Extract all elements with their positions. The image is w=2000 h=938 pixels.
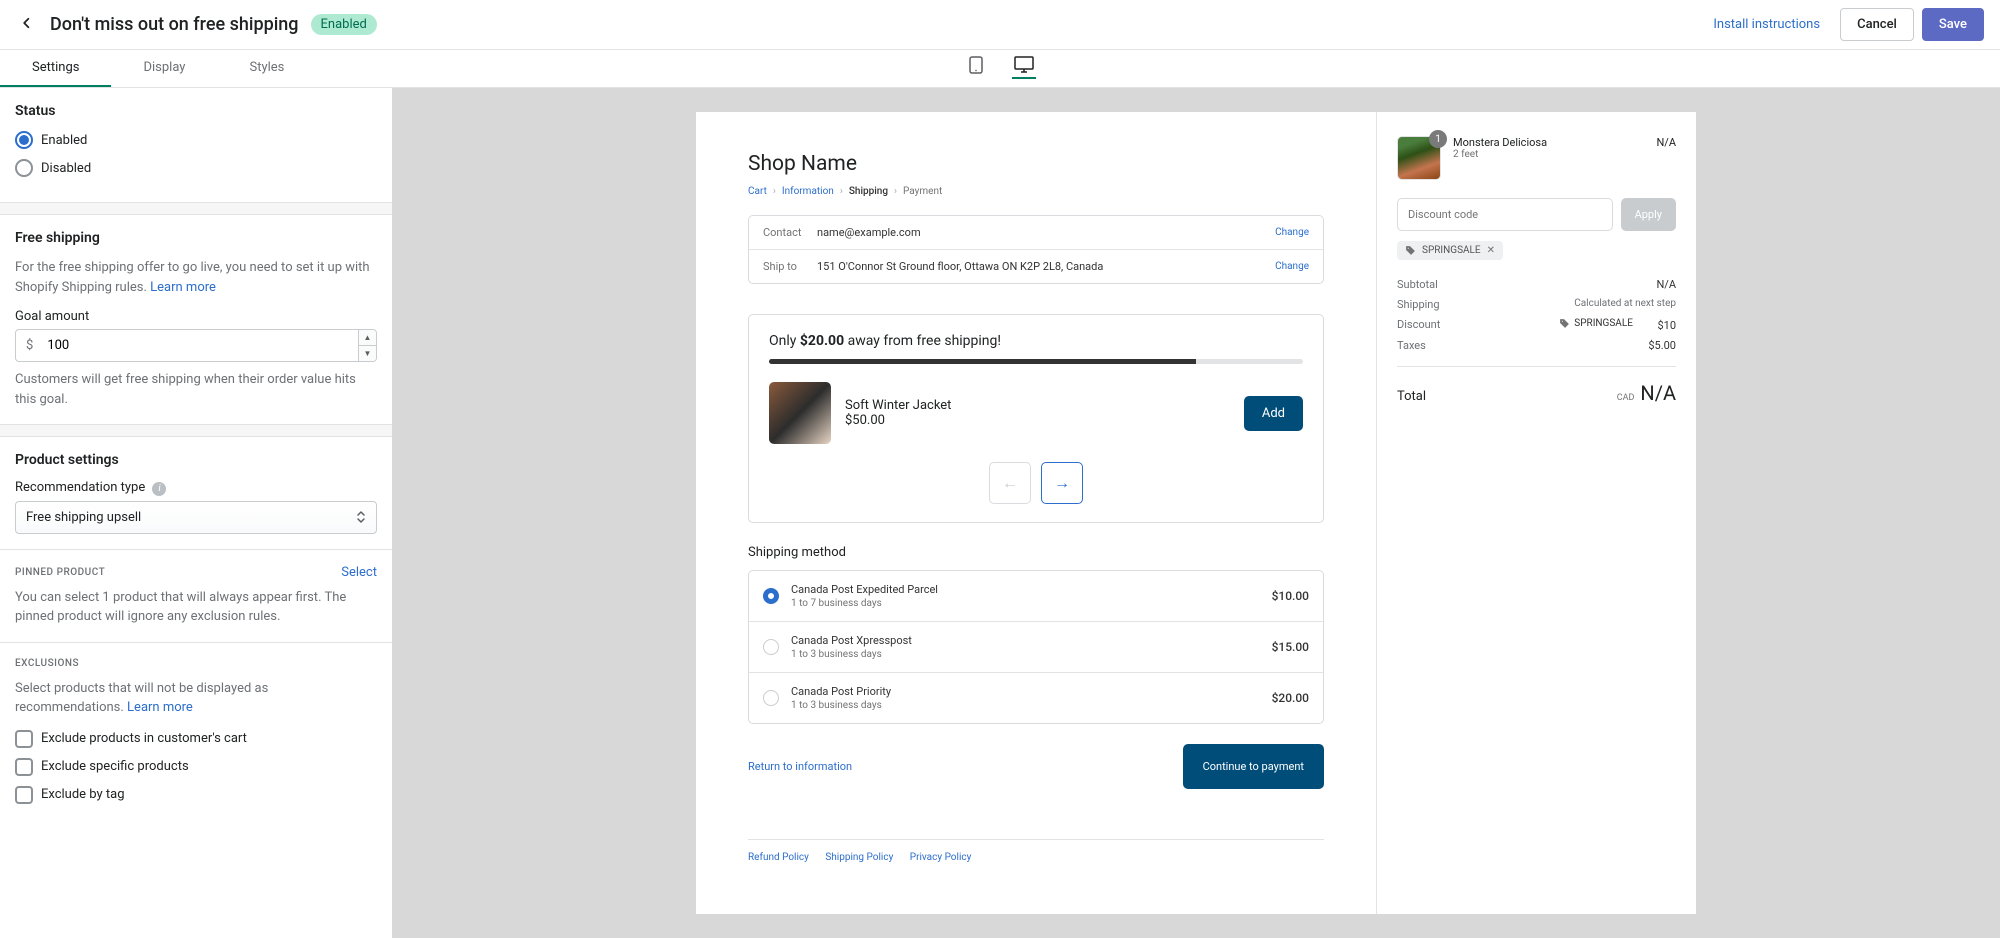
contact-shipping-box: Contact name@example.com Change Ship to … xyxy=(748,215,1324,284)
tag-icon xyxy=(1405,245,1416,256)
product-info: Soft Winter Jacket $50.00 xyxy=(845,398,1230,428)
free-shipping-title: Free shipping xyxy=(15,230,377,246)
checkout-preview: Shop Name Cart›Information›Shipping›Paym… xyxy=(696,112,1696,914)
breadcrumb-shipping: Shipping xyxy=(849,186,888,197)
install-instructions-link[interactable]: Install instructions xyxy=(1713,17,1820,32)
breadcrumb-payment: Payment xyxy=(903,186,942,197)
save-button[interactable]: Save xyxy=(1922,8,1984,41)
contact-label: Contact xyxy=(763,226,817,239)
goal-amount-input-group: $ ▲ ▼ xyxy=(15,329,377,362)
shop-name: Shop Name xyxy=(748,152,1324,176)
continue-button[interactable]: Continue to payment xyxy=(1183,744,1324,789)
checkbox-icon xyxy=(15,786,33,804)
spinner-up-icon[interactable]: ▲ xyxy=(359,330,376,346)
checkbox-icon xyxy=(15,758,33,776)
shipping-option[interactable]: Canada Post Xpresspost1 to 3 business da… xyxy=(749,621,1323,672)
currency-prefix: $ xyxy=(16,330,43,361)
return-link[interactable]: Return to information xyxy=(748,760,852,773)
info-icon[interactable]: i xyxy=(152,482,166,496)
tabs-bar: Settings Display Styles xyxy=(0,50,2000,88)
contact-change-link[interactable]: Change xyxy=(1275,227,1309,238)
product-image xyxy=(769,382,831,444)
exclude-specific-checkbox[interactable]: Exclude specific products xyxy=(15,758,377,776)
status-disabled-radio[interactable]: Disabled xyxy=(15,159,377,177)
ship-to-label: Ship to xyxy=(763,260,817,273)
settings-sidebar: Status Enabled Disabled Free shipping Fo… xyxy=(0,88,392,938)
radio-icon xyxy=(763,690,779,706)
desktop-preview-icon[interactable] xyxy=(1012,59,1036,79)
upsell-title: Only $20.00 away from free shipping! xyxy=(769,333,1303,349)
page-title: Don't miss out on free shipping xyxy=(50,14,299,35)
exclusions-header: EXCLUSIONS xyxy=(15,658,377,669)
shipping-option[interactable]: Canada Post Priority1 to 3 business days… xyxy=(749,672,1323,723)
cart-item-image: 1 xyxy=(1397,136,1441,180)
breadcrumb-information[interactable]: Information xyxy=(782,186,834,197)
select-chevrons-icon xyxy=(356,510,366,524)
status-title: Status xyxy=(15,103,377,119)
radio-icon xyxy=(763,639,779,655)
checkbox-icon xyxy=(15,730,33,748)
preview-area: Shop Name Cart›Information›Shipping›Paym… xyxy=(392,88,2000,938)
shipping-options: Canada Post Expedited Parcel1 to 7 busin… xyxy=(748,570,1324,724)
next-arrow-button[interactable]: → xyxy=(1041,462,1083,504)
goal-amount-input[interactable] xyxy=(43,330,358,361)
learn-more-link[interactable]: Learn more xyxy=(150,280,216,295)
exclude-tag-checkbox[interactable]: Exclude by tag xyxy=(15,786,377,804)
ship-to-change-link[interactable]: Change xyxy=(1275,261,1309,272)
discount-tag: SPRINGSALE ✕ xyxy=(1397,241,1503,260)
mobile-preview-icon[interactable] xyxy=(964,59,988,79)
discount-code-input[interactable] xyxy=(1397,198,1613,231)
contact-value: name@example.com xyxy=(817,226,1275,239)
shipping-policy-link[interactable]: Shipping Policy xyxy=(825,852,893,863)
tab-display[interactable]: Display xyxy=(111,50,217,87)
apply-discount-button[interactable]: Apply xyxy=(1621,198,1676,231)
tab-settings[interactable]: Settings xyxy=(0,50,111,87)
refund-policy-link[interactable]: Refund Policy xyxy=(748,852,809,863)
recommendation-type-select[interactable]: Free shipping upsell xyxy=(15,501,377,534)
checkout-footer: Refund Policy Shipping Policy Privacy Po… xyxy=(748,839,1324,863)
tab-styles[interactable]: Styles xyxy=(217,50,316,87)
tag-icon xyxy=(1559,318,1570,329)
status-badge: Enabled xyxy=(311,14,377,35)
shipping-option[interactable]: Canada Post Expedited Parcel1 to 7 busin… xyxy=(749,571,1323,621)
shipping-method-title: Shipping method xyxy=(748,545,1324,560)
cancel-button[interactable]: Cancel xyxy=(1840,8,1914,41)
spinner-down-icon[interactable]: ▼ xyxy=(359,346,376,361)
pinned-description: You can select 1 product that will alway… xyxy=(15,588,377,627)
ship-to-value: 151 O'Connor St Ground floor, Ottawa ON … xyxy=(817,260,1275,273)
recommendation-type-label: Recommendation type i xyxy=(15,480,377,496)
add-product-button[interactable]: Add xyxy=(1244,396,1303,431)
privacy-policy-link[interactable]: Privacy Policy xyxy=(910,852,972,863)
discount-code-inline: SPRINGSALE xyxy=(1559,318,1633,329)
grand-total: Total CADN/A xyxy=(1397,381,1676,405)
top-bar: Don't miss out on free shipping Enabled … xyxy=(0,0,2000,50)
free-shipping-description: For the free shipping offer to go live, … xyxy=(15,258,377,297)
radio-icon xyxy=(15,131,33,149)
goal-amount-label: Goal amount xyxy=(15,309,377,324)
back-arrow-icon[interactable] xyxy=(16,10,38,39)
pinned-select-link[interactable]: Select xyxy=(341,565,377,580)
goal-help-text: Customers will get free shipping when th… xyxy=(15,370,377,409)
learn-more-link[interactable]: Learn more xyxy=(127,700,193,715)
remove-tag-icon[interactable]: ✕ xyxy=(1487,245,1495,256)
progress-bar xyxy=(769,359,1303,364)
radio-icon xyxy=(763,588,779,604)
upsell-card: Only $20.00 away from free shipping! Sof… xyxy=(748,314,1324,523)
radio-icon xyxy=(15,159,33,177)
exclusions-description: Select products that will not be display… xyxy=(15,679,377,718)
cart-quantity-badge: 1 xyxy=(1429,130,1447,148)
cart-item: 1 Monstera Deliciosa 2 feet N/A xyxy=(1397,136,1676,180)
exclude-cart-checkbox[interactable]: Exclude products in customer's cart xyxy=(15,730,377,748)
product-settings-title: Product settings xyxy=(15,452,377,468)
breadcrumb-cart[interactable]: Cart xyxy=(748,186,767,197)
pinned-product-header: PINNED PRODUCT xyxy=(15,567,105,578)
breadcrumb: Cart›Information›Shipping›Payment xyxy=(748,186,1324,197)
status-enabled-radio[interactable]: Enabled xyxy=(15,131,377,149)
prev-arrow-button[interactable]: ← xyxy=(989,462,1031,504)
